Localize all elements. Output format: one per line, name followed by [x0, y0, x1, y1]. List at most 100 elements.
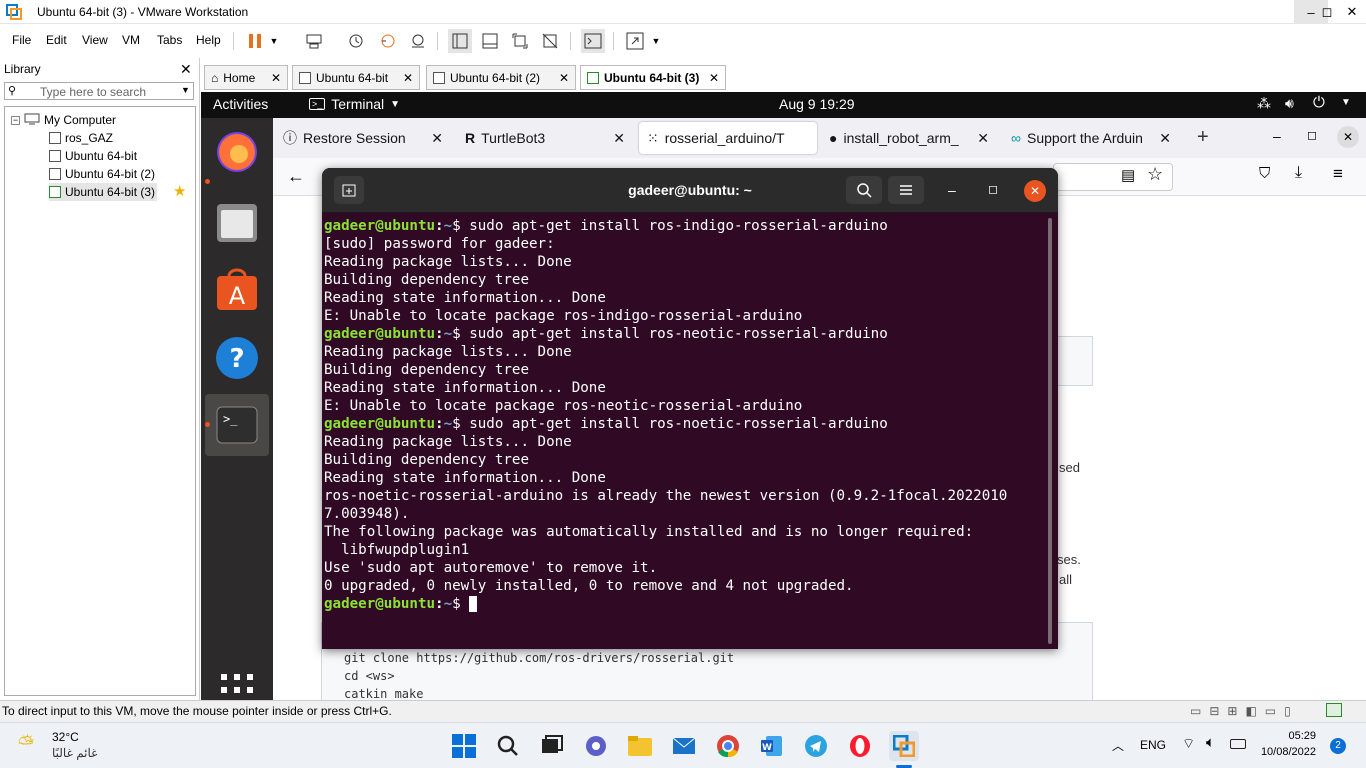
send-keys-icon[interactable] — [302, 29, 326, 53]
tree-item-ubuntu-2[interactable]: Ubuntu 64-bit (2) — [49, 165, 155, 183]
close-tab-icon[interactable]: ✕ — [709, 71, 719, 85]
menu-vm[interactable]: VM — [122, 33, 140, 47]
chevron-down-icon[interactable]: ▼ — [648, 29, 664, 53]
tree-item-ros-gaz[interactable]: ros_GAZ — [49, 129, 113, 147]
stretch-guest-icon[interactable] — [623, 29, 647, 53]
device-icons[interactable]: ▭⊟⊞◧▭▯ — [1190, 704, 1299, 718]
show-library-icon[interactable] — [448, 29, 472, 53]
snapshot-icon[interactable] — [344, 29, 368, 53]
word-icon[interactable]: W — [757, 731, 787, 761]
console-view-icon[interactable] — [581, 29, 605, 53]
opera-icon[interactable] — [845, 731, 875, 761]
vm-tab-ubuntu-2[interactable]: Ubuntu 64-bit (2) ✕ — [426, 65, 576, 90]
ff-tab-rosserial[interactable]: ⁙ rosserial_arduino/T — [639, 122, 817, 154]
wifi-icon[interactable]: ⌔ — [1182, 735, 1195, 753]
new-tab-icon[interactable]: + — [1197, 126, 1209, 149]
ff-maximize-icon[interactable]: ◻ — [1307, 128, 1317, 142]
file-explorer-icon[interactable] — [625, 731, 655, 761]
speaker-icon[interactable]: 🔈︎ — [1206, 734, 1215, 751]
hamburger-menu-icon[interactable] — [888, 176, 924, 204]
telegram-icon[interactable] — [801, 731, 831, 761]
ff-tab-support-arduino[interactable]: ∞ Support the Arduin ✕ — [1003, 122, 1179, 154]
power-icon[interactable]: ⏻ — [1313, 94, 1325, 111]
vm-messages-icon[interactable] — [1326, 703, 1342, 717]
close-library-icon[interactable]: ✕ — [180, 61, 192, 78]
menu-help[interactable]: Help — [196, 33, 221, 47]
close-tab-icon[interactable]: ✕ — [613, 130, 625, 147]
ff-minimize-icon[interactable]: – — [1273, 128, 1281, 144]
menu-file[interactable]: File — [12, 33, 31, 47]
chevron-down-icon[interactable]: ▼ — [1341, 97, 1351, 108]
task-view-icon[interactable] — [537, 731, 567, 761]
teams-icon[interactable] — [581, 731, 611, 761]
favorite-star-icon[interactable]: ★ — [173, 182, 186, 200]
ff-tab-install-robot-arm[interactable]: ● install_robot_arm_ ✕ — [821, 122, 997, 154]
term-close-icon[interactable]: ✕ — [1024, 180, 1046, 202]
show-applications-icon[interactable] — [221, 674, 253, 700]
software-icon[interactable]: A — [215, 268, 259, 312]
menu-tabs[interactable]: Tabs — [157, 33, 182, 47]
notification-badge[interactable]: 2 — [1330, 738, 1346, 754]
chevron-down-icon[interactable]: ▼ — [181, 85, 190, 95]
vm-tab-ubuntu-3[interactable]: Ubuntu 64-bit (3) ✕ — [580, 65, 726, 90]
terminal-output[interactable]: gadeer@ubuntu:~$ sudo apt-get install ro… — [324, 217, 1050, 613]
close-tab-icon[interactable]: ✕ — [559, 71, 569, 85]
clock[interactable]: Aug 9 19:29 — [779, 96, 855, 112]
close-tab-icon[interactable]: ✕ — [1159, 130, 1171, 147]
pause-icon[interactable] — [243, 29, 267, 53]
volume-icon[interactable]: 🔊︎ — [1285, 95, 1294, 112]
full-screen-icon[interactable] — [508, 29, 532, 53]
language-indicator[interactable]: ENG — [1140, 738, 1166, 752]
search-icon[interactable] — [493, 731, 523, 761]
start-icon[interactable] — [449, 731, 479, 761]
close-window-button[interactable]: ✕ — [1338, 0, 1366, 24]
close-tab-icon[interactable]: ✕ — [403, 71, 413, 85]
activities-button[interactable]: Activities — [213, 96, 268, 112]
weather-temp[interactable]: 32°C — [52, 730, 79, 744]
vm-tab-home[interactable]: ⌂ Home ✕ — [204, 65, 288, 90]
clock-time[interactable]: 05:29 — [1262, 730, 1316, 742]
firefox-icon[interactable] — [215, 130, 259, 174]
snapshot-manager-icon[interactable] — [406, 29, 430, 53]
files-icon[interactable] — [215, 200, 259, 244]
reader-view-icon[interactable]: ▤ — [1121, 166, 1135, 184]
revert-snapshot-icon[interactable] — [376, 29, 400, 53]
tree-root[interactable]: − My Computer — [11, 111, 116, 129]
chevron-down-icon[interactable]: ▼ — [266, 29, 282, 53]
download-icon[interactable]: ⤓ — [1295, 164, 1302, 182]
search-icon[interactable] — [846, 176, 882, 204]
pocket-icon[interactable]: ⛉ — [1259, 165, 1270, 182]
ff-close-icon[interactable]: ✕ — [1337, 126, 1359, 148]
battery-icon[interactable] — [1230, 739, 1246, 749]
chevron-up-icon[interactable]: ︿ — [1112, 737, 1124, 754]
clock-date[interactable]: 10/08/2022 — [1258, 746, 1316, 758]
tree-item-ubuntu-3[interactable]: Ubuntu 64-bit (3) — [49, 183, 158, 201]
thumbnail-bar-icon[interactable] — [478, 29, 502, 53]
vmware-taskbar-icon[interactable] — [889, 731, 919, 761]
close-tab-icon[interactable]: ✕ — [977, 130, 989, 147]
tree-item-ubuntu-1[interactable]: Ubuntu 64-bit — [49, 147, 137, 165]
term-minimize-icon[interactable]: – — [948, 182, 956, 198]
menu-edit[interactable]: Edit — [46, 33, 67, 47]
network-icon[interactable]: ⁂ — [1257, 95, 1271, 112]
help-icon[interactable]: ? — [215, 336, 259, 380]
vm-tab-ubuntu-1[interactable]: Ubuntu 64-bit ✕ — [292, 65, 420, 90]
library-search[interactable]: ⚲ Type here to search ▼ — [4, 82, 194, 100]
weather-icon[interactable]: ⛅︎ — [18, 733, 34, 756]
mail-icon[interactable] — [669, 731, 699, 761]
close-tab-icon[interactable]: ✕ — [431, 130, 443, 147]
ff-tab-turtlebot3[interactable]: R TurtleBot3 ✕ — [457, 122, 633, 154]
chrome-icon[interactable] — [713, 731, 743, 761]
hamburger-menu-icon[interactable]: ≡ — [1333, 164, 1343, 184]
close-tab-icon[interactable]: ✕ — [271, 71, 281, 85]
terminal-app-icon[interactable]: >_ — [215, 403, 259, 447]
terminal-window[interactable]: gadeer@ubuntu: ~ – ◻ ✕ gadeer@ubuntu:~$ … — [322, 168, 1058, 649]
bookmark-star-icon[interactable]: ☆ — [1147, 164, 1163, 185]
term-maximize-icon[interactable]: ◻ — [988, 182, 998, 196]
unity-mode-icon[interactable] — [538, 29, 562, 53]
app-menu[interactable]: >_ Terminal ▼ — [309, 96, 400, 112]
menu-view[interactable]: View — [82, 33, 108, 47]
ff-tab-restore-session[interactable]: ⓘ Restore Session ✕ — [275, 122, 451, 154]
collapse-icon[interactable]: − — [11, 115, 20, 125]
back-icon[interactable]: ← — [287, 166, 305, 187]
